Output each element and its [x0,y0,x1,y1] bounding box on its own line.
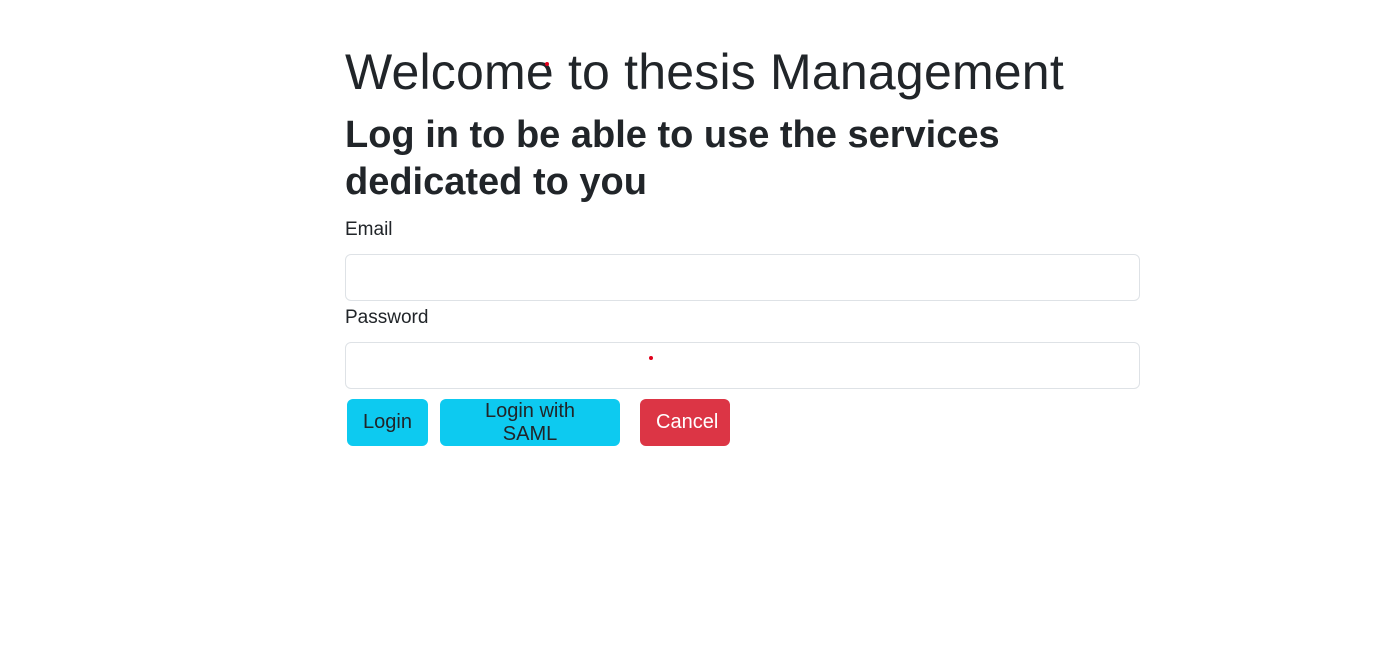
login-saml-button[interactable]: Login with SAML [440,399,620,446]
login-form: Email Password Login Login with SAML Can… [345,218,1140,446]
marker-dot [545,62,549,66]
login-page: Welcome to thesis Management Log in to b… [0,0,1393,651]
page-title: Welcome to thesis Management [345,44,1064,100]
email-field[interactable] [345,254,1140,301]
button-row: Login Login with SAML Cancel [345,399,1140,446]
marker-dot [649,356,653,360]
password-field[interactable] [345,342,1140,389]
page-subtitle: Log in to be able to use the services de… [345,114,1000,203]
cancel-button[interactable]: Cancel [640,399,730,446]
email-label: Email [345,219,393,240]
login-button[interactable]: Login [347,399,428,446]
password-label: Password [345,307,429,328]
login-container: Welcome to thesis Management Log in to b… [345,40,1140,446]
